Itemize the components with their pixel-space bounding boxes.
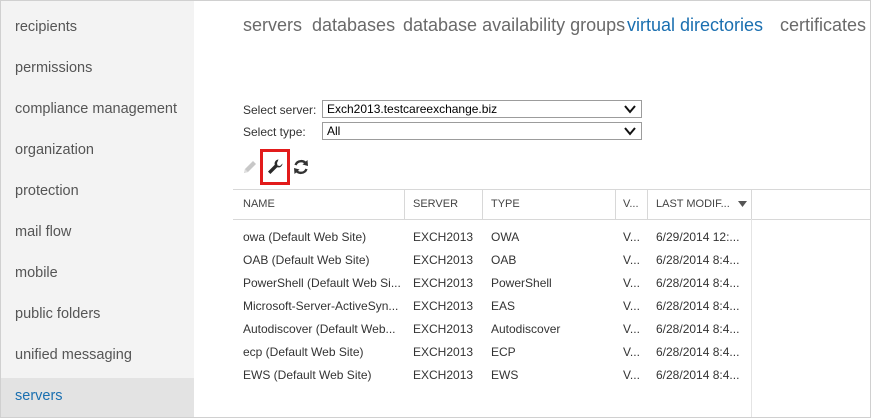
table-cell: V... [623, 368, 640, 382]
table-header-bottom-border [233, 219, 870, 220]
column-separator [482, 189, 483, 219]
chevron-down-icon [624, 105, 636, 114]
tab-virtual-directories[interactable]: virtual directories [627, 15, 763, 36]
sidebar-item-compliance-management[interactable]: compliance management [1, 91, 194, 127]
table-cell: V... [623, 345, 640, 359]
table-cell: Autodiscover (Default Web... [243, 322, 396, 336]
table-cell: PowerShell [491, 276, 552, 290]
table-cell: V... [623, 322, 640, 336]
highlight-box [260, 149, 290, 185]
table-cell: V... [623, 230, 640, 244]
table-cell: EXCH2013 [413, 299, 474, 313]
column-header-name[interactable]: NAME [243, 198, 275, 210]
table-row[interactable]: ecp (Default Web Site) EXCH2013 ECP V... 6/2… [233, 342, 753, 364]
select-server-dropdown[interactable]: Exch2013.testcareexchange.biz [322, 100, 642, 118]
table-cell: OWA [491, 230, 520, 244]
select-type-value: All [327, 124, 341, 138]
table-cell: EWS (Default Web Site) [243, 368, 372, 382]
column-header-version[interactable]: V... [623, 198, 639, 210]
table-row[interactable]: OAB (Default Web Site) EXCH2013 OAB V... 6/2… [233, 250, 753, 272]
table-cell: PowerShell (Default Web Si... [243, 276, 401, 290]
table-cell: EXCH2013 [413, 230, 474, 244]
table-cell: EXCH2013 [413, 322, 474, 336]
tab-database-availability-groups[interactable]: database availability groups [403, 15, 625, 36]
table-cell: EXCH2013 [413, 276, 474, 290]
table-cell: 6/28/2014 8:4... [656, 276, 740, 290]
select-server-label: Select server: [243, 103, 317, 117]
column-separator [647, 189, 648, 219]
table-cell: OAB (Default Web Site) [243, 253, 370, 267]
column-header-server[interactable]: SERVER [413, 198, 458, 210]
table-cell: 6/29/2014 12:... [656, 230, 740, 244]
select-type-dropdown[interactable]: All [322, 122, 642, 140]
table-cell: EXCH2013 [413, 368, 474, 382]
select-type-label: Select type: [243, 125, 306, 139]
table-cell: 6/28/2014 8:4... [656, 253, 740, 267]
sidebar-item-servers[interactable]: servers [1, 378, 194, 417]
sidebar-item-public-folders[interactable]: public folders [1, 296, 194, 332]
column-header-last-modified[interactable]: LAST MODIF... [656, 198, 730, 210]
refresh-icon[interactable] [292, 158, 310, 176]
sidebar-item-protection[interactable]: protection [1, 173, 194, 209]
table-row[interactable]: owa (Default Web Site) EXCH2013 OWA V... 6/2… [233, 227, 753, 249]
table-cell: EXCH2013 [413, 253, 474, 267]
tab-databases[interactable]: databases [312, 15, 395, 36]
table-cell: 6/28/2014 8:4... [656, 345, 740, 359]
table-cell: EXCH2013 [413, 345, 474, 359]
table-cell: Microsoft-Server-ActiveSyn... [243, 299, 399, 313]
table-cell: ecp (Default Web Site) [243, 345, 364, 359]
chevron-down-icon [624, 127, 636, 136]
app-window: recipients permissions compliance manage… [0, 0, 871, 418]
column-separator [615, 189, 616, 219]
table-cell: V... [623, 253, 640, 267]
table-cell: EWS [491, 368, 519, 382]
table-header-top-border [233, 189, 870, 190]
sort-descending-icon[interactable] [738, 201, 747, 208]
table-cell: Autodiscover [491, 322, 561, 336]
table-cell: owa (Default Web Site) [243, 230, 367, 244]
sidebar: recipients permissions compliance manage… [1, 1, 194, 417]
table-row[interactable]: PowerShell (Default Web Si... EXCH2013 Pow… [233, 273, 753, 295]
table-cell: 6/28/2014 8:4... [656, 322, 740, 336]
table-row[interactable]: EWS (Default Web Site) EXCH2013 EWS V... 6/2… [233, 365, 753, 387]
sidebar-item-mail-flow[interactable]: mail flow [1, 214, 194, 250]
sidebar-item-permissions[interactable]: permissions [1, 50, 194, 86]
column-separator [404, 189, 405, 219]
table-cell: EAS [491, 299, 516, 313]
tab-certificates[interactable]: certificates [780, 15, 866, 36]
column-header-type[interactable]: TYPE [491, 198, 520, 210]
table-cell: 6/28/2014 8:4... [656, 299, 740, 313]
select-server-value: Exch2013.testcareexchange.biz [327, 102, 498, 116]
column-separator [751, 189, 752, 219]
table-row[interactable]: Microsoft-Server-ActiveSyn... EXCH2013 EAS… [233, 296, 753, 318]
sidebar-item-organization[interactable]: organization [1, 132, 194, 168]
pencil-icon[interactable] [241, 158, 259, 176]
table-cell: V... [623, 299, 640, 313]
table-cell: OAB [491, 253, 517, 267]
table-cell: ECP [491, 345, 516, 359]
table-cell: 6/28/2014 8:4... [656, 368, 740, 382]
table-cell: V... [623, 276, 640, 290]
sidebar-item-unified-messaging[interactable]: unified messaging [1, 337, 194, 373]
sidebar-item-recipients[interactable]: recipients [1, 9, 194, 45]
table-row[interactable]: Autodiscover (Default Web... EXCH2013 Auto… [233, 319, 753, 341]
sidebar-item-mobile[interactable]: mobile [1, 255, 194, 291]
tab-servers[interactable]: servers [243, 15, 302, 36]
